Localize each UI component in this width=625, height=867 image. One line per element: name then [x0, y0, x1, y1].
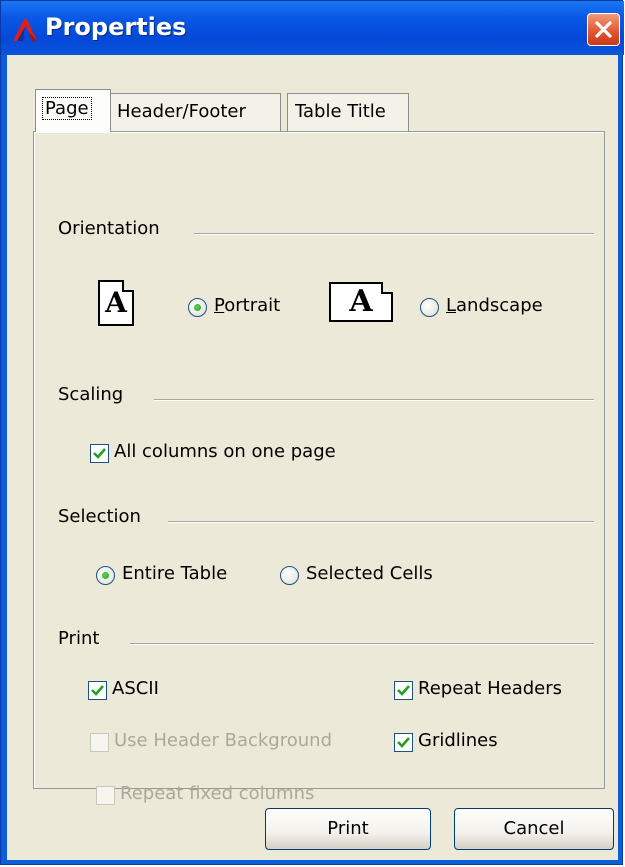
selection-separator [168, 521, 594, 523]
check-mark-icon [91, 685, 104, 696]
use-header-background-checkbox [90, 733, 109, 752]
gridlines-checkbox[interactable] [394, 733, 413, 752]
repeat-fixed-columns-label: Repeat fixed columns [120, 783, 315, 804]
gridlines-label[interactable]: Gridlines [418, 730, 498, 751]
dialog-client-area: Header/Footer Table Title Page Orientati… [7, 55, 618, 860]
orientation-separator [194, 233, 594, 235]
close-button[interactable] [587, 13, 620, 46]
landscape-icon-glyph: A [349, 284, 373, 319]
ascii-checkbox[interactable] [88, 681, 107, 700]
entire-table-radio[interactable] [96, 566, 115, 585]
repeat-headers-checkbox[interactable] [394, 681, 413, 700]
check-mark-icon [397, 737, 410, 748]
tab-table-title-label: Table Title [295, 101, 386, 122]
repeat-fixed-columns-checkbox [96, 786, 115, 805]
check-mark-icon [93, 448, 106, 459]
selected-cells-label[interactable]: Selected Cells [306, 563, 433, 584]
tab-header-footer[interactable]: Header/Footer [109, 93, 281, 131]
scaling-heading: Scaling [58, 384, 124, 405]
all-columns-checkbox[interactable] [90, 444, 109, 463]
scaling-separator [154, 399, 594, 401]
all-columns-label[interactable]: All columns on one page [114, 441, 336, 462]
landscape-page-icon: A [329, 282, 393, 322]
properties-window: Properties Header/Footer Table Title Pag… [0, 0, 624, 865]
portrait-page-icon: A [98, 280, 134, 326]
tab-page[interactable]: Page [35, 89, 111, 132]
portrait-icon-glyph: A [105, 286, 127, 319]
print-heading: Print [58, 628, 100, 649]
check-mark-icon [397, 685, 410, 696]
portrait-label[interactable]: Portrait [214, 295, 280, 316]
print-separator [130, 643, 594, 645]
print-button[interactable]: Print [265, 808, 431, 850]
landscape-label[interactable]: Landscape [446, 295, 543, 316]
landscape-radio[interactable] [420, 298, 439, 317]
selection-heading: Selection [58, 506, 141, 527]
portrait-radio[interactable] [188, 298, 207, 317]
tab-panel-page: Orientation A Portrait A Landscape Scali… [33, 131, 605, 805]
selected-cells-radio[interactable] [280, 566, 299, 585]
repeat-headers-label[interactable]: Repeat Headers [418, 678, 562, 699]
orientation-heading: Orientation [58, 218, 160, 239]
entire-table-label[interactable]: Entire Table [122, 563, 227, 584]
tab-header-footer-label: Header/Footer [117, 101, 246, 122]
close-icon [595, 21, 612, 38]
ascii-label[interactable]: ASCII [112, 678, 159, 699]
cancel-button[interactable]: Cancel [454, 808, 614, 850]
use-header-background-label: Use Header Background [114, 730, 332, 751]
title-bar[interactable]: Properties [1, 1, 624, 55]
app-logo-icon [13, 19, 37, 41]
tab-table-title[interactable]: Table Title [287, 93, 409, 131]
tab-page-label: Page [42, 97, 92, 120]
window-title: Properties [45, 13, 187, 41]
